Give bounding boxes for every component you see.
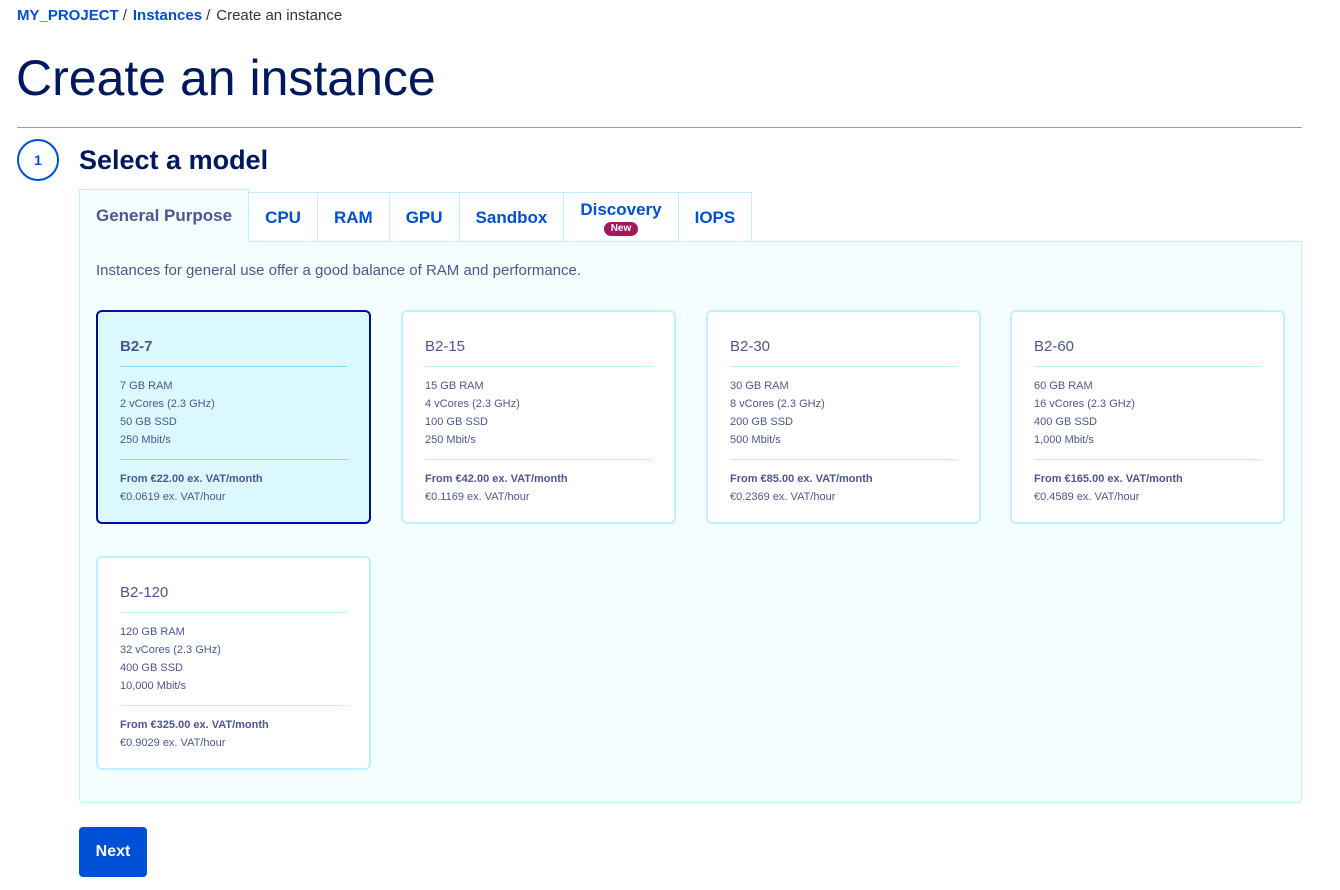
model-vcores: 32 vCores (2.3 GHz) [120,644,221,656]
model-bandwidth: 250 Mbit/s [425,434,476,446]
model-category-tabs: General Purpose CPU RAM GPU Sandbox Disc… [79,189,753,243]
tab-cpu[interactable]: CPU [248,192,318,242]
model-ram: 7 GB RAM [120,380,173,392]
breadcrumb: MY_PROJECT / Instances / Create an insta… [17,7,342,25]
model-price-month: From €165.00 ex. VAT/month [1034,473,1183,485]
tab-iops[interactable]: IOPS [677,192,753,242]
model-price-hour: €0.0619 ex. VAT/hour [120,491,226,503]
model-storage: 400 GB SSD [1034,416,1097,428]
model-vcores: 4 vCores (2.3 GHz) [425,398,520,410]
model-storage: 100 GB SSD [425,416,488,428]
header-divider [17,127,1302,128]
tab-discovery[interactable]: Discovery New [563,192,679,242]
breadcrumb-project-link[interactable]: MY_PROJECT [17,7,119,25]
model-name: B2-60 [1034,338,1075,355]
model-storage: 200 GB SSD [730,416,793,428]
breadcrumb-current: Create an instance [216,7,343,24]
tab-label: GPU [405,207,443,227]
model-name: B2-120 [120,584,169,601]
tab-gpu[interactable]: GPU [388,192,460,242]
tab-general-purpose[interactable]: General Purpose [79,189,250,243]
model-price-month: From €85.00 ex. VAT/month [730,473,873,485]
tab-label: General Purpose [96,206,233,225]
card-divider [425,459,652,460]
new-badge: New [603,221,639,236]
card-divider [120,612,347,613]
tab-ram[interactable]: RAM [316,192,390,242]
model-vcores: 2 vCores (2.3 GHz) [120,398,215,410]
model-card-b2-7[interactable]: B2-7 7 GB RAM 2 vCores (2.3 GHz) 50 GB S… [96,310,371,524]
model-price-hour: €0.2369 ex. VAT/hour [730,491,836,503]
tab-sandbox[interactable]: Sandbox [458,192,565,242]
tab-label: Discovery [580,199,662,219]
model-storage: 50 GB SSD [120,416,177,428]
model-card-b2-30[interactable]: B2-30 30 GB RAM 8 vCores (2.3 GHz) 200 G… [706,310,981,524]
model-bandwidth: 250 Mbit/s [120,434,171,446]
card-divider [1034,366,1261,367]
model-card-b2-60[interactable]: B2-60 60 GB RAM 16 vCores (2.3 GHz) 400 … [1010,310,1285,524]
tab-label: IOPS [694,207,736,227]
breadcrumb-instances-link[interactable]: Instances [133,7,202,25]
card-divider [120,705,347,706]
card-divider [425,366,652,367]
model-ram: 30 GB RAM [730,380,789,392]
model-bandwidth: 10,000 Mbit/s [120,680,187,692]
model-price-month: From €325.00 ex. VAT/month [120,719,269,731]
step-title: Select a model [79,145,269,175]
tab-label: Sandbox [475,207,548,227]
model-ram: 60 GB RAM [1034,380,1093,392]
breadcrumb-separator: / [122,7,127,24]
card-divider [120,459,347,460]
next-button[interactable]: Next [79,827,147,877]
model-price-month: From €22.00 ex. VAT/month [120,473,263,485]
model-panel: Instances for general use offer a good b… [79,241,1302,803]
model-bandwidth: 1,000 Mbit/s [1034,434,1094,446]
model-card-b2-15[interactable]: B2-15 15 GB RAM 4 vCores (2.3 GHz) 100 G… [401,310,676,524]
breadcrumb-separator: / [206,7,211,24]
model-vcores: 8 vCores (2.3 GHz) [730,398,825,410]
model-ram: 15 GB RAM [425,380,484,392]
model-card-b2-120[interactable]: B2-120 120 GB RAM 32 vCores (2.3 GHz) 40… [96,556,371,770]
model-name: B2-15 [425,338,466,355]
model-price-hour: €0.9029 ex. VAT/hour [120,737,226,749]
card-divider [120,366,347,367]
model-vcores: 16 vCores (2.3 GHz) [1034,398,1135,410]
model-ram: 120 GB RAM [120,626,185,638]
model-price-hour: €0.1169 ex. VAT/hour [425,491,530,503]
page-title: Create an instance [16,50,436,106]
card-divider [1034,459,1261,460]
panel-description: Instances for general use offer a good b… [96,262,582,279]
tab-label: RAM [333,207,373,227]
card-divider [730,366,957,367]
tab-label: CPU [265,207,301,227]
model-price-month: From €42.00 ex. VAT/month [425,473,568,485]
model-storage: 400 GB SSD [120,662,183,674]
step-number-badge: 1 [17,139,59,181]
card-divider [730,459,957,460]
model-name: B2-30 [730,338,771,355]
model-price-hour: €0.4589 ex. VAT/hour [1034,491,1140,503]
model-bandwidth: 500 Mbit/s [730,434,781,446]
model-name: B2-7 [120,338,153,355]
